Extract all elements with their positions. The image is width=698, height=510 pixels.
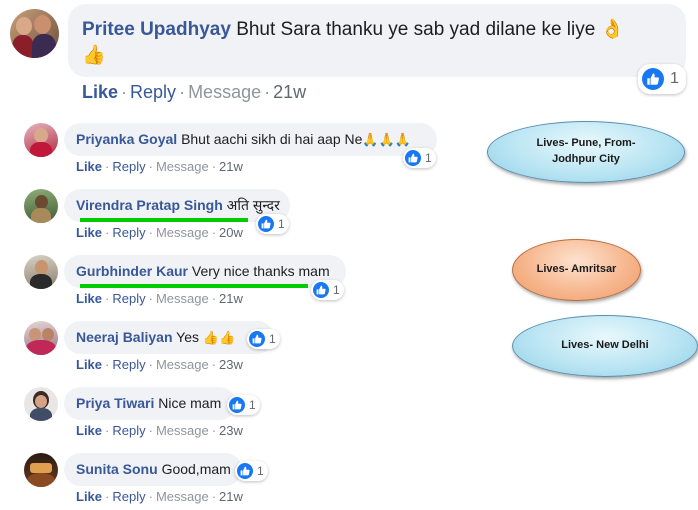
commenter-name[interactable]: Virendra Pratap Singh — [76, 197, 223, 213]
like-reaction-icon — [642, 68, 664, 90]
message-link[interactable]: Message — [156, 489, 209, 504]
like-link[interactable]: Like — [76, 489, 102, 504]
message-link[interactable]: Message — [156, 225, 209, 240]
avatar[interactable] — [24, 321, 58, 355]
reply-text: Bhut aachi sikh di hai aap Ne — [181, 131, 363, 147]
message-link[interactable]: Message — [188, 82, 261, 102]
like-reaction-icon — [229, 397, 245, 413]
timestamp[interactable]: 23w — [219, 357, 243, 372]
thumbs-up-emoji: 👍 — [82, 45, 106, 66]
like-reaction-icon — [313, 282, 329, 298]
like-reaction-icon — [405, 150, 421, 166]
reply-actions: Like · Reply · Message · 21w — [76, 489, 243, 504]
reaction-count[interactable]: 1 — [235, 461, 268, 481]
commenter-name[interactable]: Sunita Sonu — [76, 461, 158, 477]
location-callout-amritsar: Lives- Amritsar — [512, 239, 641, 301]
reply-text: Nice mam — [158, 395, 222, 411]
reply-actions: Like · Reply · Message · 23w — [76, 423, 243, 438]
reaction-count[interactable]: 1 — [256, 214, 289, 234]
location-callout-pune: Lives- Pune, From- Jodhpur City — [487, 121, 685, 183]
timestamp[interactable]: 21w — [219, 291, 243, 306]
reaction-count[interactable]: 1 — [227, 395, 260, 415]
reaction-count[interactable]: 1 — [403, 148, 436, 168]
reaction-count[interactable]: 1 — [311, 280, 344, 300]
like-reaction-icon — [249, 331, 265, 347]
reply-bubble: Sunita Sonu Good,mam — [64, 453, 242, 486]
like-link[interactable]: Like — [82, 82, 118, 102]
reply-bubble: Priyanka Goyal Bhut aachi sikh di hai aa… — [64, 123, 437, 156]
commenter-name[interactable]: Gurbhinder Kaur — [76, 263, 188, 279]
like-link[interactable]: Like — [76, 423, 102, 438]
timestamp[interactable]: 20w — [219, 225, 243, 240]
folded-hands-emoji: 🙏🙏🙏 — [362, 132, 411, 147]
reply-actions: Like · Reply · Message · 20w — [76, 225, 243, 240]
commenter-name[interactable]: Neeraj Baliyan — [76, 329, 173, 345]
reply-text: अति सुन्दर — [226, 197, 280, 213]
comment-actions: Like · Reply · Message · 21w — [82, 82, 307, 102]
like-link[interactable]: Like — [76, 291, 102, 306]
commenter-name[interactable]: Priyanka Goyal — [76, 131, 177, 147]
like-link[interactable]: Like — [76, 357, 102, 372]
message-link[interactable]: Message — [156, 423, 209, 438]
timestamp[interactable]: 23w — [219, 423, 243, 438]
avatar[interactable] — [10, 9, 59, 58]
reply-text: Very nice thanks mam — [191, 263, 330, 279]
reply-bubble: Neeraj Baliyan Yes 👍👍 — [64, 321, 274, 354]
reply-link[interactable]: Reply — [112, 159, 145, 174]
message-link[interactable]: Message — [156, 291, 209, 306]
reply-link[interactable]: Reply — [112, 489, 145, 504]
avatar[interactable] — [24, 387, 58, 421]
reply-actions: Like · Reply · Message · 21w — [76, 291, 243, 306]
reply-link[interactable]: Reply — [112, 357, 145, 372]
commenter-name[interactable]: Priya Tiwari — [76, 395, 154, 411]
reply-actions: Like · Reply · Message · 23w — [76, 357, 243, 372]
commenter-name[interactable]: Pritee Upadhyay — [82, 19, 231, 40]
timestamp[interactable]: 21w — [273, 82, 306, 102]
comment-bubble: Pritee Upadhyay Bhut Sara thanku ye sab … — [68, 4, 686, 77]
like-reaction-icon — [258, 216, 274, 232]
like-link[interactable]: Like — [76, 159, 102, 174]
message-link[interactable]: Message — [156, 159, 209, 174]
reply-text: Yes — [176, 329, 199, 345]
reply-link[interactable]: Reply — [112, 225, 145, 240]
thumbs-up-emoji: 👍👍 — [202, 330, 236, 345]
reaction-count[interactable]: 1 — [638, 64, 686, 94]
reply-actions: Like · Reply · Message · 21w — [76, 159, 243, 174]
like-link[interactable]: Like — [76, 225, 102, 240]
highlight-underline — [80, 284, 308, 288]
like-reaction-icon — [237, 463, 253, 479]
avatar[interactable] — [24, 453, 58, 487]
reaction-count[interactable]: 1 — [247, 329, 280, 349]
highlight-underline — [80, 218, 248, 222]
message-link[interactable]: Message — [156, 357, 209, 372]
comment-text: Bhut Sara thanku ye sab yad dilane ke li… — [236, 19, 596, 40]
reply-link[interactable]: Reply — [112, 423, 145, 438]
timestamp[interactable]: 21w — [219, 489, 243, 504]
avatar[interactable] — [24, 123, 58, 157]
location-callout-delhi: Lives- New Delhi — [512, 315, 698, 377]
avatar[interactable] — [24, 189, 58, 223]
reply-link[interactable]: Reply — [130, 82, 176, 102]
ok-hand-emoji: 👌 — [600, 19, 625, 40]
avatar[interactable] — [24, 255, 58, 289]
reply-text: Good,mam — [161, 461, 231, 477]
reply-link[interactable]: Reply — [112, 291, 145, 306]
reply-bubble: Priya Tiwari Nice mam — [64, 387, 236, 420]
timestamp[interactable]: 21w — [219, 159, 243, 174]
